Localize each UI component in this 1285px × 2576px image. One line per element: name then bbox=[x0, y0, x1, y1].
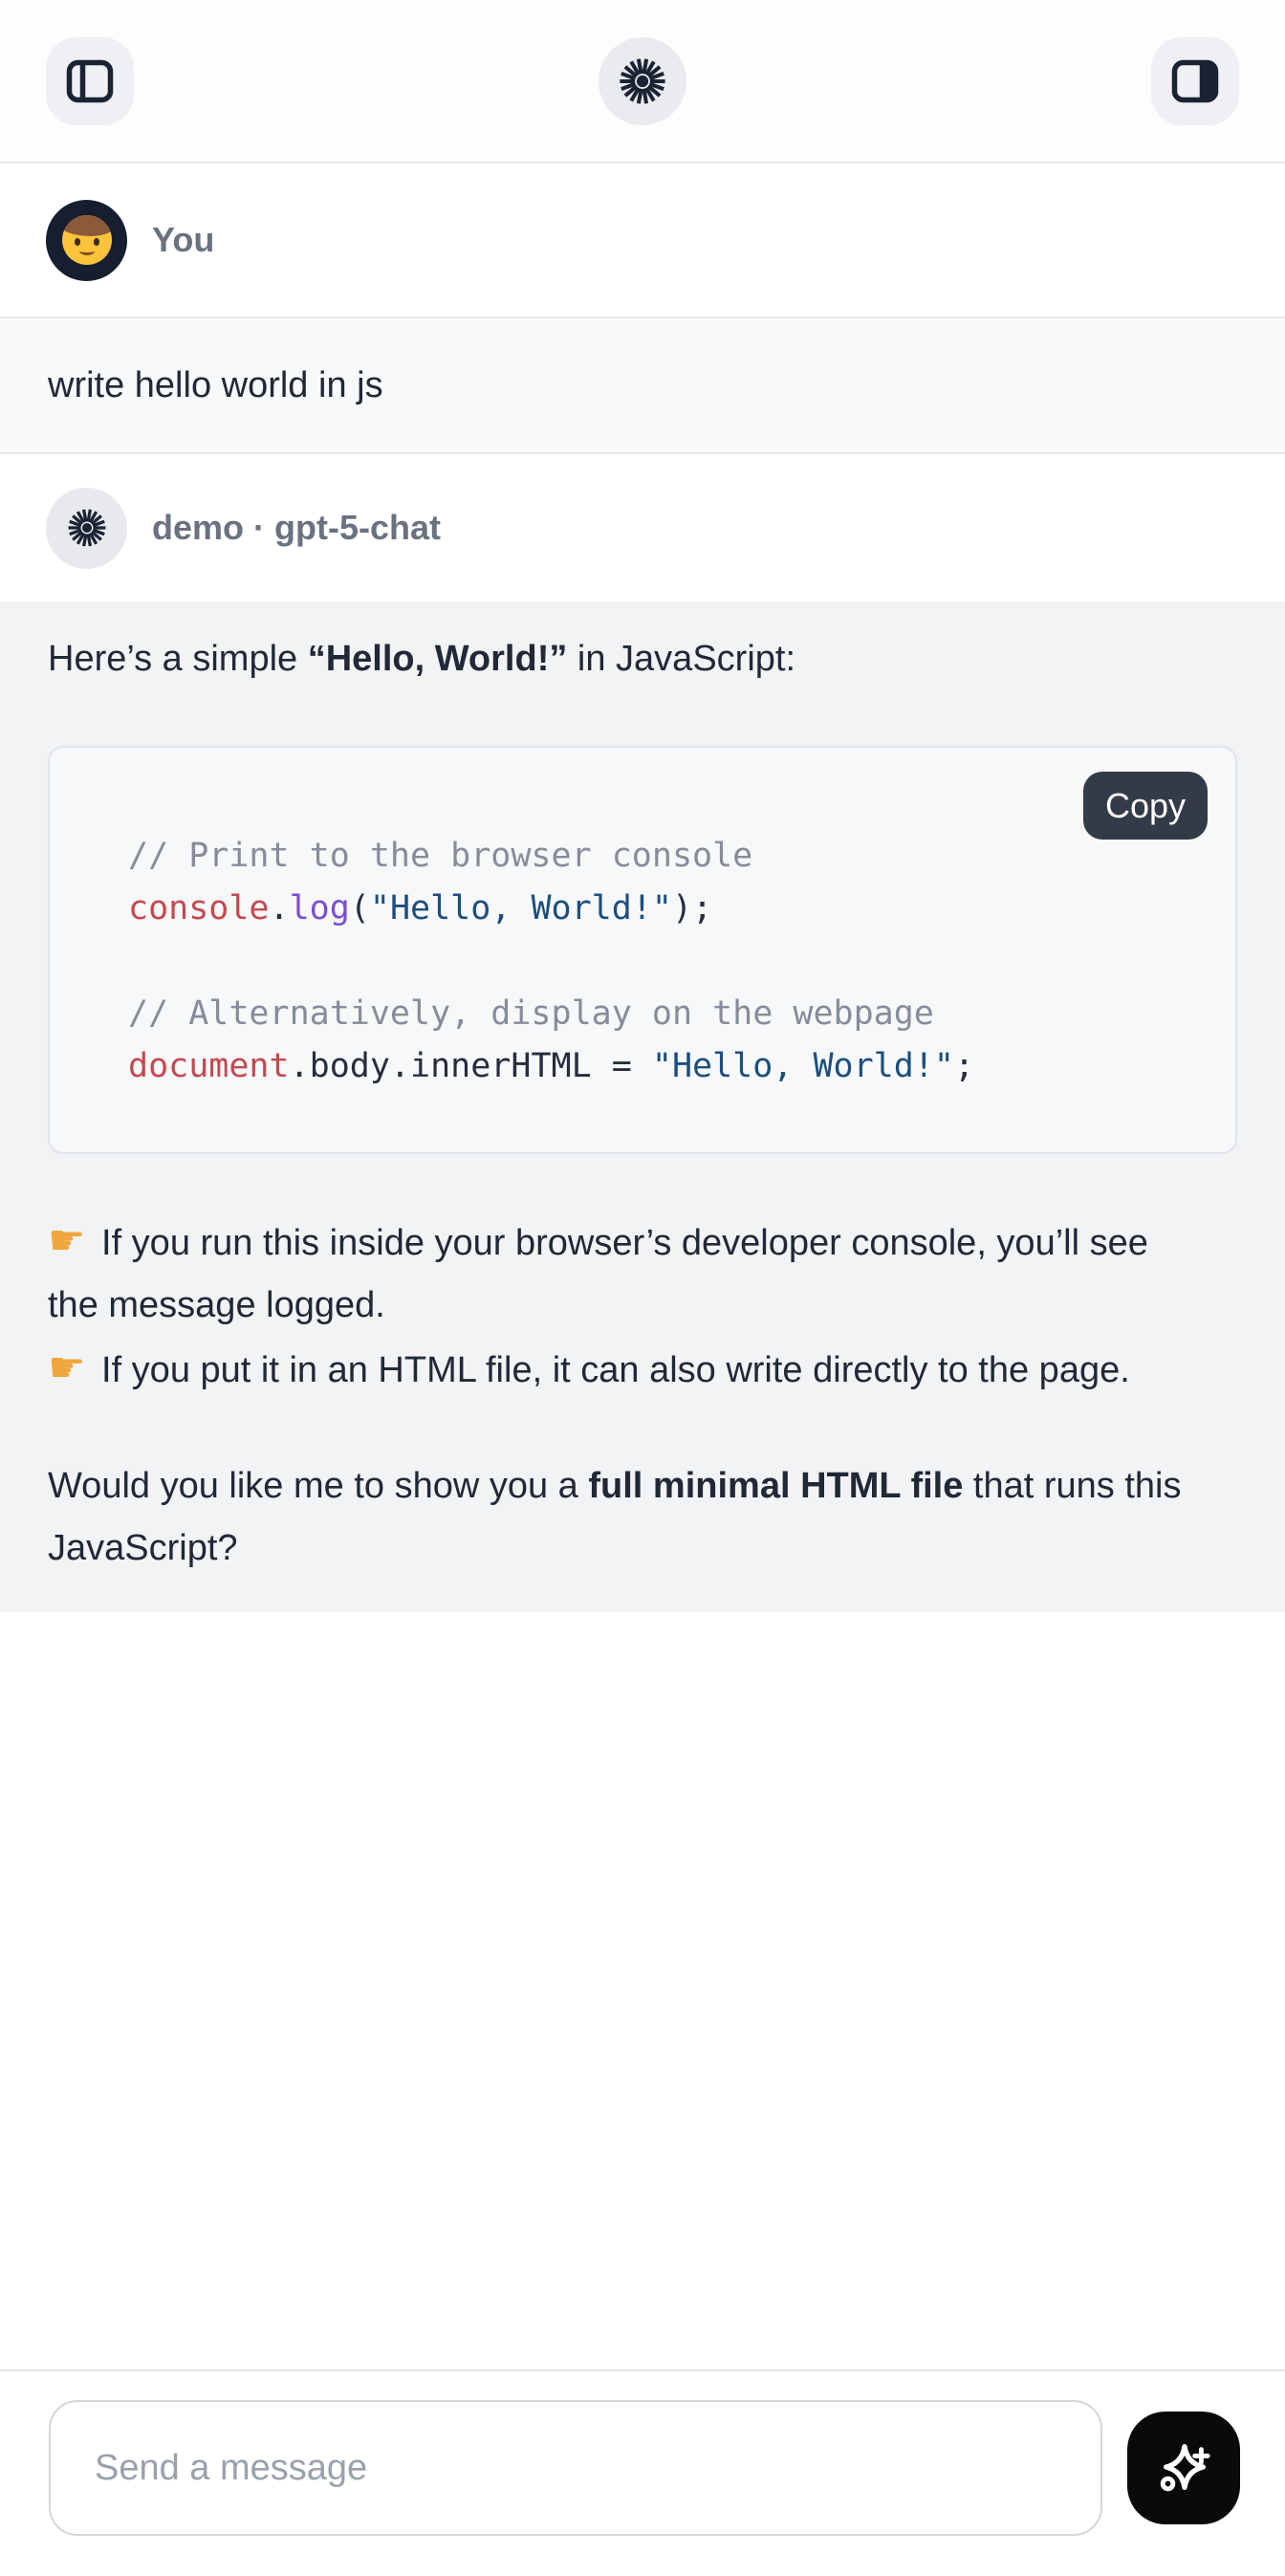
pointer-finger-icon: ☛ bbox=[48, 1217, 85, 1264]
empty-chat-area bbox=[0, 1612, 1285, 2369]
user-turn-header: You bbox=[0, 164, 1285, 317]
assistant-sender-label: demo · gpt-5-chat bbox=[152, 508, 441, 548]
code-block: Copy // Print to the browser consolecons… bbox=[48, 746, 1237, 1154]
send-button[interactable] bbox=[1127, 2412, 1240, 2524]
assistant-avatar bbox=[46, 488, 127, 569]
composer-bar bbox=[0, 2369, 1285, 2576]
right-panel-toggle-button[interactable] bbox=[1151, 37, 1239, 125]
sidebar-toggle-button[interactable] bbox=[46, 37, 134, 125]
copy-button[interactable]: Copy bbox=[1083, 772, 1208, 840]
sparkle-icon bbox=[1154, 2438, 1213, 2498]
assistant-message: Here’s a simple “Hello, World!” in JavaS… bbox=[0, 601, 1285, 1612]
user-avatar bbox=[46, 200, 127, 281]
assistant-turn-header: demo · gpt-5-chat bbox=[0, 454, 1285, 601]
pointer-finger-icon: ☛ bbox=[48, 1344, 85, 1391]
pointer-paragraph: ☛ If you run this inside your browser’s … bbox=[48, 1210, 1202, 1402]
user-sender-label: You bbox=[152, 220, 214, 260]
panel-left-icon bbox=[66, 59, 114, 103]
starburst-avatar-icon bbox=[65, 506, 109, 550]
top-bar bbox=[0, 0, 1285, 164]
user-message-text: write hello world in js bbox=[48, 365, 383, 406]
person-emoji bbox=[62, 215, 112, 265]
closing-paragraph: Would you like me to show you a full min… bbox=[48, 1455, 1202, 1580]
intro-paragraph: Here’s a simple “Hello, World!” in JavaS… bbox=[48, 628, 1202, 690]
code-content: // Print to the browser consoleconsole.l… bbox=[50, 748, 1235, 1152]
user-message: write hello world in js bbox=[0, 317, 1285, 454]
message-input[interactable] bbox=[49, 2400, 1102, 2536]
starburst-icon bbox=[616, 55, 669, 108]
app-logo-button[interactable] bbox=[599, 37, 686, 125]
panel-right-icon bbox=[1171, 59, 1219, 103]
